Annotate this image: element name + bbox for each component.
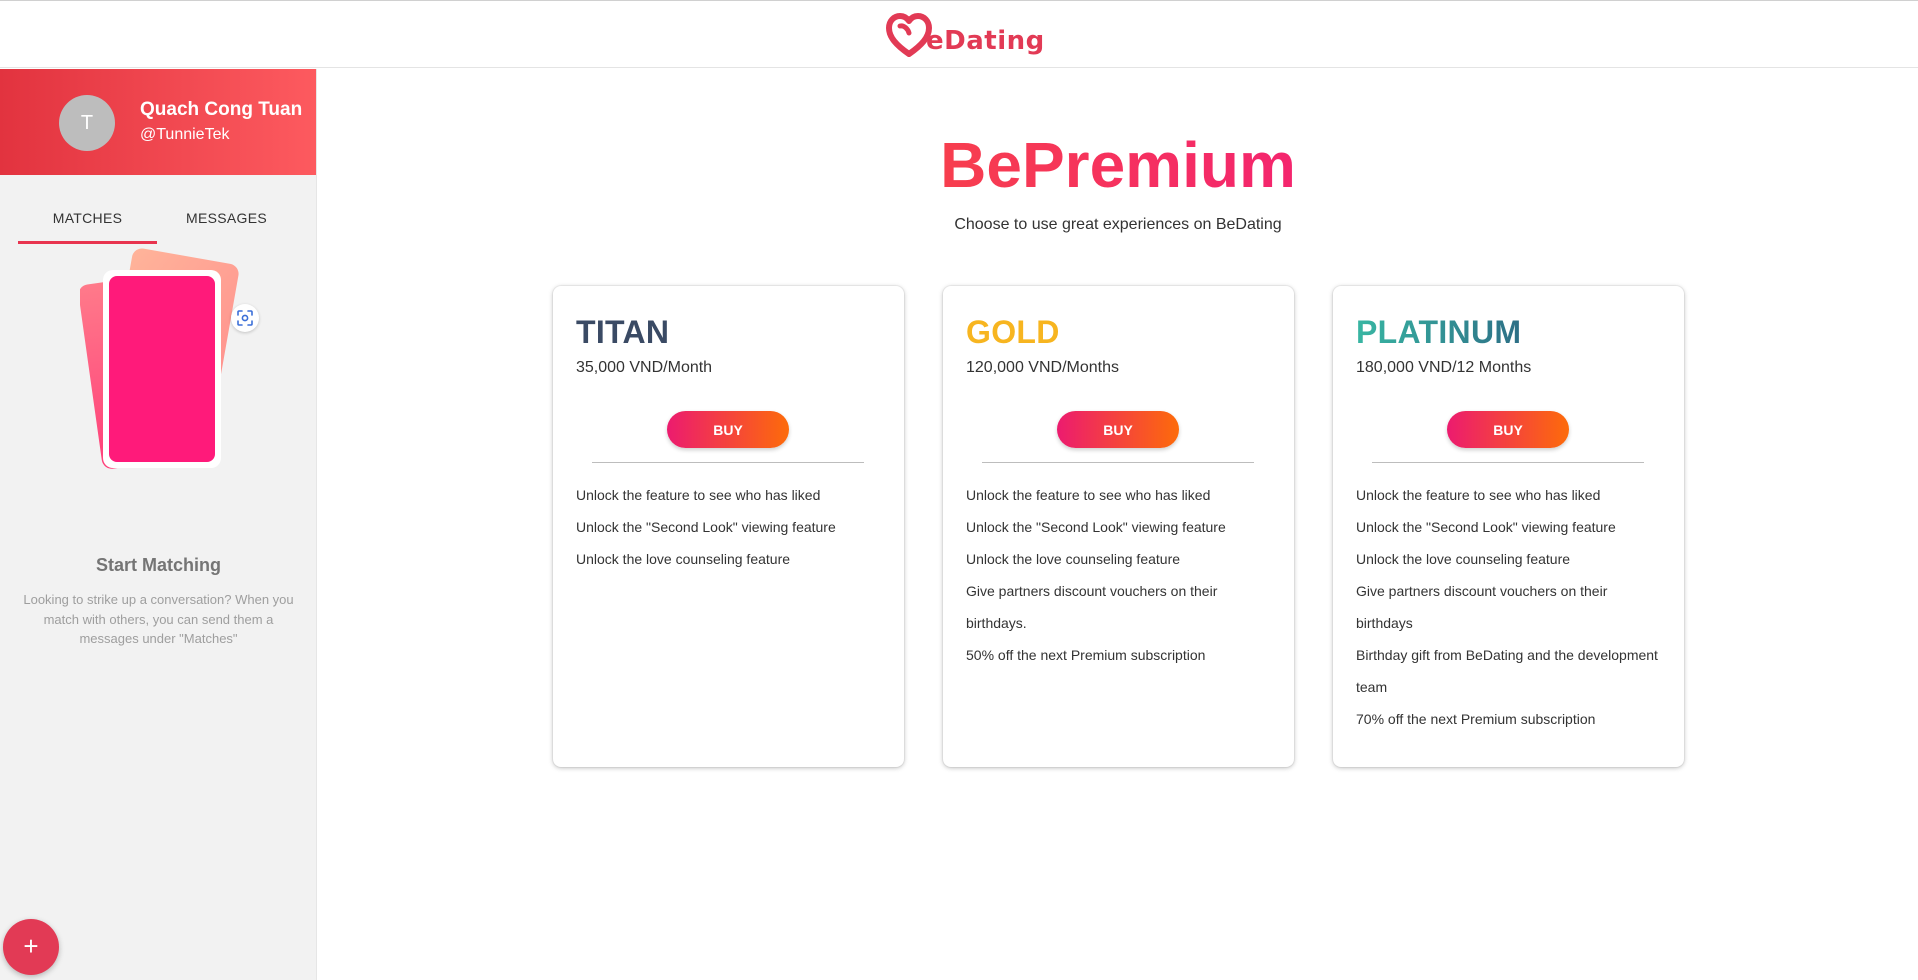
feature-list: Unlock the feature to see who has liked … bbox=[966, 479, 1276, 671]
divider bbox=[982, 462, 1254, 463]
logo[interactable]: eDating bbox=[886, 11, 1045, 61]
top-bar: eDating bbox=[0, 0, 1918, 68]
feature-item: Give partners discount vouchers on their… bbox=[1356, 583, 1608, 631]
plan-card-gold: GOLD 120,000 VND/Months BUY Unlock the f… bbox=[943, 286, 1294, 767]
matching-cards-illustration bbox=[80, 248, 239, 469]
logo-text: eDating bbox=[926, 26, 1045, 56]
feature-item: Give partners discount vouchers on their… bbox=[966, 583, 1218, 631]
plan-name: TITAN bbox=[576, 314, 670, 350]
plan-name: PLATINUM bbox=[1356, 314, 1522, 350]
feature-item: Unlock the "Second Look" viewing feature bbox=[1356, 519, 1616, 535]
feature-item: Unlock the love counseling feature bbox=[576, 551, 791, 567]
feature-item: Unlock the feature to see who has liked bbox=[966, 487, 1211, 503]
scan-button[interactable] bbox=[231, 304, 259, 332]
page-subtitle: Choose to use great experiences on BeDat… bbox=[954, 216, 1282, 233]
feature-item: Unlock the "Second Look" viewing feature bbox=[576, 519, 836, 535]
feature-item: Unlock the "Second Look" viewing feature bbox=[966, 519, 1226, 535]
feature-item: Unlock the love counseling feature bbox=[966, 551, 1181, 567]
feature-list: Unlock the feature to see who has liked … bbox=[1356, 479, 1666, 735]
profile-name: Quach Cong Tuan bbox=[140, 99, 303, 120]
plan-price: 180,000 VND/12 Months bbox=[1356, 359, 1532, 376]
avatar[interactable]: T bbox=[59, 95, 115, 151]
feature-item: Birthday gift from BeDating and the deve… bbox=[1356, 647, 1658, 695]
divider bbox=[592, 462, 864, 463]
plan-name: GOLD bbox=[966, 314, 1060, 350]
page-title: BePremium bbox=[318, 128, 1918, 202]
profile-handle: @TunnieTek bbox=[140, 126, 230, 143]
feature-item: Unlock the love counseling feature bbox=[1356, 551, 1571, 567]
feature-item: 50% off the next Premium subscription bbox=[966, 647, 1206, 663]
buy-platinum-button[interactable]: BUY bbox=[1447, 411, 1569, 448]
empty-state-title: Start Matching bbox=[95, 555, 221, 575]
plan-card-titan: TITAN 35,000 VND/Month BUY Unlock the fe… bbox=[553, 286, 904, 767]
sidebar: T Quach Cong Tuan @TunnieTek MATCHES MES… bbox=[0, 69, 317, 980]
feature-item: Unlock the feature to see who has liked bbox=[576, 487, 821, 503]
plan-price: 35,000 VND/Month bbox=[576, 359, 713, 376]
buy-gold-button[interactable]: BUY bbox=[1057, 411, 1179, 448]
feature-list: Unlock the feature to see who has liked … bbox=[576, 479, 886, 575]
buy-titan-button[interactable]: BUY bbox=[667, 411, 789, 448]
profile-header[interactable]: T Quach Cong Tuan @TunnieTek bbox=[0, 69, 316, 175]
add-button[interactable]: + bbox=[3, 919, 59, 975]
scan-icon bbox=[237, 310, 253, 326]
divider bbox=[1372, 462, 1644, 463]
plan-card-platinum: PLATINUM 180,000 VND/12 Months BUY Unloc… bbox=[1333, 286, 1684, 767]
plan-price: 120,000 VND/Months bbox=[966, 359, 1119, 376]
feature-item: 70% off the next Premium subscription bbox=[1356, 711, 1596, 727]
feature-item: Unlock the feature to see who has liked bbox=[1356, 487, 1601, 503]
empty-state-description: Looking to strike up a conversation? Whe… bbox=[23, 592, 294, 646]
